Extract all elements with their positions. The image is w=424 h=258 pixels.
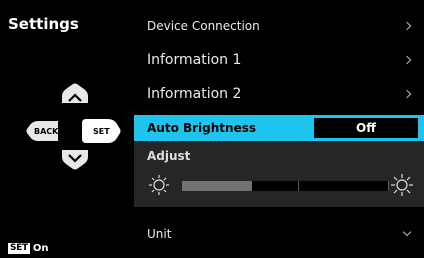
set-status: SET On bbox=[8, 243, 49, 254]
menu-item-label: Information 1 bbox=[147, 52, 242, 68]
settings-menu: Device Connection Information 1 Informat… bbox=[134, 9, 424, 251]
slider-tick bbox=[298, 181, 299, 191]
slider-tick bbox=[388, 181, 389, 191]
menu-item-information-2[interactable]: Information 2 bbox=[134, 77, 424, 111]
chevron-down-icon bbox=[402, 228, 412, 237]
chevron-right-icon bbox=[402, 89, 412, 99]
brightness-high-icon bbox=[391, 174, 413, 196]
menu-item-label: Auto Brightness bbox=[147, 121, 257, 135]
menu-item-label: Information 2 bbox=[147, 86, 242, 102]
dpad-up-button[interactable] bbox=[62, 83, 88, 104]
dpad-down-button[interactable] bbox=[62, 150, 88, 170]
slider-fill bbox=[182, 181, 253, 191]
adjust-label: Adjust bbox=[147, 149, 191, 163]
menu-item-device-connection[interactable]: Device Connection bbox=[134, 9, 424, 43]
menu-item-label: Device Connection bbox=[147, 19, 260, 33]
set-badge: SET bbox=[8, 243, 30, 254]
set-button-label: SET bbox=[93, 127, 110, 136]
menu-item-label: Unit bbox=[147, 227, 172, 241]
back-button-label: BACK bbox=[34, 127, 59, 136]
menu-item-unit[interactable]: Unit bbox=[134, 217, 424, 251]
set-state: On bbox=[32, 243, 49, 254]
chevron-right-icon bbox=[402, 21, 412, 31]
brightness-slider[interactable] bbox=[182, 181, 389, 191]
chevron-right-icon bbox=[402, 55, 412, 65]
menu-item-information-1[interactable]: Information 1 bbox=[134, 43, 424, 77]
auto-brightness-value[interactable]: Off bbox=[314, 118, 418, 138]
brightness-low-icon bbox=[149, 175, 169, 195]
menu-item-auto-brightness[interactable]: Auto Brightness Off bbox=[134, 115, 424, 141]
adjust-panel: Adjust bbox=[134, 141, 424, 207]
